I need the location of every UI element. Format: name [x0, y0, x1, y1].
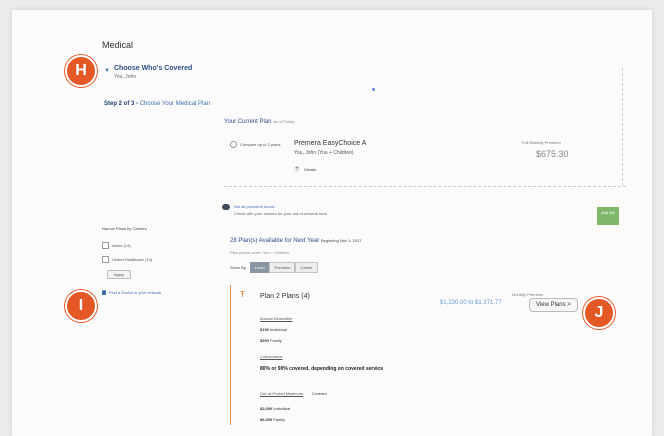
- show-by-premium[interactable]: Premium: [269, 262, 296, 273]
- deductible-heading: Annual Deductible: [260, 316, 293, 321]
- step-indicator: Step 2 of 3 - Choose Your Medical Plan: [104, 101, 210, 107]
- available-beginning: Beginning Nov 1, 2017: [320, 238, 362, 243]
- compare-label: Compare up to 3 plans: [240, 142, 281, 147]
- as-of-label: As of Today: [273, 119, 295, 124]
- filter-option[interactable]: United Healthcare (14): [102, 256, 152, 263]
- deductible-individual: $100 Individual: [260, 327, 292, 332]
- annotation-marker-h: H: [65, 55, 97, 87]
- find-doctor-label[interactable]: Find a Doctor in your network: [109, 290, 161, 295]
- plan-tier-icon: Ŧ: [240, 290, 245, 299]
- step-link[interactable]: Choose Your Medical Plan: [140, 101, 210, 107]
- chevron-right-icon: >: [567, 302, 571, 308]
- details-toggle[interactable]: + Details: [294, 166, 316, 172]
- coverage-section[interactable]: ▼ Choose Who's Covered You, John: [104, 65, 192, 80]
- oop-heading: Out-of-Pocket Maximum: [260, 391, 304, 396]
- page: Medical ▼ Choose Who's Covered You, John…: [12, 10, 652, 436]
- compare-radio[interactable]: [230, 141, 237, 148]
- coverage-title[interactable]: Choose Who's Covered: [114, 65, 192, 72]
- person-icon: [102, 290, 106, 295]
- find-doctor-link[interactable]: Find a Doctor in your network: [102, 290, 161, 295]
- plus-icon[interactable]: +: [294, 166, 300, 172]
- deductible-family: $300 Family: [260, 338, 292, 343]
- divider: [224, 186, 626, 187]
- provider-notice: Not all providers found... Check with yo…: [222, 204, 327, 216]
- status-dot: [372, 88, 375, 91]
- available-title: 28 Plan(s) Available for Next Year: [230, 238, 320, 244]
- current-plan-heading: Your Current Plan As of Today: [224, 119, 294, 125]
- oop-extra: Covered: [311, 391, 327, 396]
- filter-option[interactable]: Aetna (14): [102, 242, 131, 249]
- apply-button[interactable]: Apply: [107, 270, 132, 279]
- oop-family-label: Family: [273, 417, 286, 422]
- deductible-family-label: Family: [270, 338, 282, 343]
- details-label[interactable]: Details: [304, 167, 316, 172]
- oop-family-value: $6,000: [260, 417, 273, 422]
- coinsurance-value: 80% or 90% covered, depending on covered…: [260, 366, 384, 372]
- deductible-individual-value: $100: [260, 327, 269, 332]
- checkbox[interactable]: [102, 242, 109, 249]
- chevron-down-icon[interactable]: ▼: [104, 68, 110, 74]
- current-plan-coverage: You, John (You + Children): [294, 150, 354, 156]
- add-button[interactable]: Add Me: [597, 207, 619, 225]
- divider-vertical: [622, 68, 623, 186]
- notice-title[interactable]: Not all providers found...: [234, 204, 327, 209]
- monthly-premium-label: Full Monthly Premium: [522, 140, 561, 145]
- compare-checkbox[interactable]: Compare up to 3 plans: [230, 141, 280, 148]
- show-by-control: Show By: Level Premium Carrier: [230, 262, 318, 273]
- filter-option-label: United Healthcare (14): [112, 257, 153, 262]
- oop-individual-label: Individual: [273, 406, 291, 411]
- coinsurance-heading: Coinsurance: [260, 354, 283, 359]
- checkbox[interactable]: [102, 256, 109, 263]
- monthly-premium-range-label: Monthly Premium: [512, 292, 544, 297]
- filter-heading: Narrow Plans by Carriers: [102, 226, 147, 231]
- deductible-section: Annual Deductible $100 Individual $300 F…: [260, 316, 292, 343]
- available-plans-heading: 28 Plan(s) Available for Next Year Begin…: [230, 238, 361, 244]
- show-by-carrier[interactable]: Carrier: [295, 262, 318, 273]
- oop-family: $6,000 Family: [260, 417, 327, 422]
- coverage-subtitle: You, John: [113, 74, 137, 80]
- notice-subtitle: Check with your doctors for your out-of-…: [234, 211, 327, 216]
- current-plan-name: Premera EasyChoice A: [294, 140, 367, 147]
- oop-individual: $2,000 Individual: [260, 406, 327, 411]
- annotation-marker-i: I: [65, 290, 97, 322]
- show-by-label: Show By:: [230, 265, 247, 270]
- plan-card-title: Plan 2 Plans (4): [260, 293, 310, 300]
- step-prefix: Step 2 of 3 -: [104, 101, 139, 107]
- show-by-segmented: Level Premium Carrier: [249, 262, 318, 273]
- view-plans-button[interactable]: View Plans >: [529, 298, 578, 312]
- plan-prices-note[interactable]: Plan prices cover: You + Children: [230, 250, 289, 255]
- view-plans-label[interactable]: View Plans: [536, 302, 566, 308]
- oop-heading-row: Out-of-Pocket Maximum Covered: [260, 382, 327, 400]
- monthly-premium-value: $675.30: [536, 149, 569, 159]
- current-plan-title: Your Current Plan: [224, 119, 272, 125]
- deductible-family-value: $300: [260, 338, 269, 343]
- section-title: Medical: [102, 40, 134, 50]
- oop-individual-value: $2,000: [260, 406, 273, 411]
- filter-option-label: Aetna (14): [112, 243, 131, 248]
- annotation-marker-j: J: [583, 297, 615, 329]
- plan-card-accent: [230, 285, 231, 425]
- deductible-individual-label: Individual: [270, 327, 287, 332]
- oop-section: Out-of-Pocket Maximum Covered $2,000 Ind…: [260, 382, 327, 422]
- show-by-level[interactable]: Level: [249, 262, 270, 273]
- info-icon: [222, 204, 230, 210]
- monthly-premium-range: $1,230.00 to $1,371.77: [440, 300, 502, 306]
